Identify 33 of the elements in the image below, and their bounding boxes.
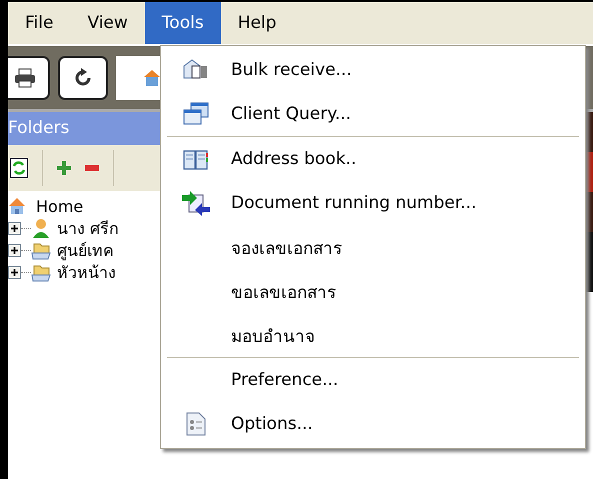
menu-item[interactable]: Bulk receive... [161,48,585,92]
expand-toggle[interactable] [8,244,21,256]
printer-icon [14,68,36,88]
folders-header: Folders [8,112,160,145]
tree-item[interactable]: หัวหน้าง [57,260,116,284]
add-icon[interactable] [57,161,71,175]
menu-item[interactable]: Client Query... [161,92,585,136]
menu-item[interactable]: Preference... [161,358,585,402]
menu-title[interactable]: Tools [144,2,221,44]
tree-item[interactable]: ศูนย์เทค [57,238,114,262]
menu-title[interactable]: View [70,2,145,44]
print-button[interactable] [8,56,50,100]
refresh-button[interactable] [58,56,108,100]
person-icon [31,218,51,238]
windows-icon [183,102,209,126]
menu-title[interactable]: File [8,2,70,44]
menu-item[interactable]: Options... [161,402,585,446]
document-icon [186,412,206,436]
menu-item[interactable]: มอบอำนาจ [161,313,585,357]
menu-item[interactable]: จองเลขเอกสาร [161,225,585,269]
menu-item[interactable]: Document running number... [161,181,585,225]
expand-toggle[interactable] [8,266,21,278]
sync-icon[interactable] [10,158,28,178]
refresh-icon [73,68,93,88]
menu-title[interactable]: Help [220,2,294,44]
tree-item[interactable]: นาง ศรีก [57,216,120,240]
home-icon [8,197,26,215]
expand-toggle[interactable] [8,222,21,234]
house-icon [142,68,160,88]
tree-item[interactable]: Home [36,196,84,216]
exchange-arrows-icon [182,190,210,216]
menu-item[interactable]: Address book.. [161,137,585,181]
menu-item[interactable]: ขอเลขเอกสาร [161,269,585,313]
